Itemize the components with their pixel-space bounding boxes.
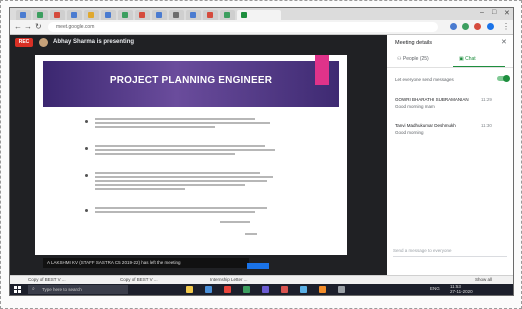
browser-tab-active[interactable]	[237, 10, 281, 20]
taskbar-app-icon[interactable]	[281, 286, 288, 293]
menu-icon[interactable]: ⋮	[502, 22, 510, 31]
chat-message: Good morning	[395, 130, 424, 135]
tab-favicon-icon	[88, 12, 94, 18]
taskbar-app-icon[interactable]	[205, 286, 212, 293]
panel-title: Meeting details	[395, 40, 432, 46]
tab-favicon-icon	[20, 12, 26, 18]
tab-people-label: People (25)	[402, 56, 429, 62]
slide-banner: PROJECT PLANNING ENGINEER	[43, 55, 339, 107]
tab-favicon-icon	[139, 12, 145, 18]
back-icon[interactable]: ←	[14, 22, 22, 31]
extension-icon[interactable]	[450, 23, 457, 30]
taskbar-app-icon[interactable]	[262, 286, 269, 293]
toggle-knob	[503, 75, 510, 82]
chat-time: 11:29	[481, 97, 492, 102]
address-bar: ← → ↻ meet.google.com ⋮	[10, 20, 513, 35]
chat-message: Good morning mam	[395, 104, 435, 109]
meet-favicon-icon	[241, 12, 247, 18]
browser-tab[interactable]	[67, 10, 82, 20]
taskbar-app-icon[interactable]	[300, 286, 307, 293]
reload-icon[interactable]: ↻	[35, 22, 42, 31]
browser-tab[interactable]	[50, 10, 65, 20]
windows-start-icon[interactable]	[14, 286, 21, 293]
url-input[interactable]: meet.google.com	[48, 22, 438, 32]
tab-favicon-icon	[173, 12, 179, 18]
tab-favicon-icon	[156, 12, 162, 18]
chat-sender: Tanvi Madhukumar Deshmukh	[395, 123, 456, 128]
bullet-dot-icon	[85, 147, 88, 150]
browser-tab[interactable]	[152, 10, 167, 20]
download-item[interactable]: Internship Letter ...	[210, 277, 248, 282]
browser-tab[interactable]	[33, 10, 48, 20]
slide-title: PROJECT PLANNING ENGINEER	[109, 75, 273, 86]
browser-tab[interactable]	[16, 10, 31, 20]
taskbar-app-icon[interactable]	[224, 286, 231, 293]
browser-tab[interactable]	[84, 10, 99, 20]
browser-tab-strip: – □ ✕	[10, 8, 513, 20]
taskbar-app-icon[interactable]	[243, 286, 250, 293]
desktop-screen: – □ ✕ ← → ↻ meet.google.com ⋮ REC Abhay Sh…	[10, 8, 513, 295]
window-minimize-icon[interactable]: –	[480, 9, 484, 16]
chat-icon: ▣	[459, 56, 464, 62]
tab-favicon-icon	[122, 12, 128, 18]
tab-chat-label: Chat	[465, 56, 476, 62]
tab-favicon-icon	[105, 12, 111, 18]
tab-favicon-icon	[71, 12, 77, 18]
browser-tab[interactable]	[220, 10, 235, 20]
tab-people[interactable]: ⚇ People (25)	[397, 56, 429, 62]
people-icon: ⚇	[397, 56, 402, 62]
participant-left-toast: A LAKSHMI KV (STAFF SASTRA C5 2019-22) h…	[43, 258, 249, 268]
show-all-downloads-link[interactable]: Show all	[475, 277, 492, 282]
taskbar-app-icon[interactable]	[186, 286, 193, 293]
send-messages-toggle-label: Let everyone send messages	[395, 77, 454, 82]
taskbar-app-icon[interactable]	[319, 286, 326, 293]
bullet-dot-icon	[85, 120, 88, 123]
url-text: meet.google.com	[56, 24, 95, 30]
download-item[interactable]: Copy of BEST V ...	[120, 277, 158, 282]
forward-icon[interactable]: →	[24, 22, 32, 31]
search-icon: ⌕	[32, 286, 35, 292]
presenter-avatar	[39, 38, 48, 47]
download-item[interactable]: Copy of BEST V ...	[28, 277, 66, 282]
presentation-slide: PROJECT PLANNING ENGINEER A LAKSHMI KV (…	[35, 55, 347, 269]
close-icon[interactable]: ✕	[501, 38, 507, 46]
browser-tab[interactable]	[135, 10, 150, 20]
language-indicator: ENG	[430, 286, 440, 291]
browser-tab[interactable]	[101, 10, 116, 20]
tab-favicon-icon	[37, 12, 43, 18]
send-messages-toggle[interactable]	[497, 75, 510, 82]
window-maximize-icon[interactable]: □	[492, 9, 496, 16]
meeting-details-panel: Meeting details ✕ ⚇ People (25) ▣ Chat L…	[387, 35, 513, 275]
recording-badge: REC	[15, 38, 33, 47]
chat-sender: GOWRI BHARATHI SUBRAMANIAN	[395, 97, 469, 102]
taskbar-search-placeholder: Type here to search	[42, 287, 82, 292]
extension-icon[interactable]	[462, 23, 469, 30]
browser-tab[interactable]	[169, 10, 184, 20]
panel-divider	[387, 67, 513, 68]
profile-avatar-icon[interactable]	[487, 23, 494, 30]
tab-favicon-icon	[190, 12, 196, 18]
presenter-label: Abhay Sharma is presenting	[53, 39, 135, 45]
meeting-stage: REC Abhay Sharma is presenting PROJECT P…	[10, 35, 387, 275]
extension-icon[interactable]	[474, 23, 481, 30]
browser-tab[interactable]	[118, 10, 133, 20]
browser-tab[interactable]	[203, 10, 218, 20]
slide-blue-chip	[247, 263, 269, 269]
browser-tab[interactable]	[186, 10, 201, 20]
bullet-dot-icon	[85, 209, 88, 212]
clock-date: 27-11-2020	[450, 289, 473, 294]
windows-taskbar: ⌕ Type here to search ENG 11:53 27-11-20…	[10, 284, 513, 295]
chat-time: 11:30	[481, 123, 492, 128]
tab-chat[interactable]: ▣ Chat	[459, 56, 476, 62]
tab-favicon-icon	[224, 12, 230, 18]
taskbar-app-icon[interactable]	[338, 286, 345, 293]
chat-message-input[interactable]: Send a message to everyone	[393, 245, 507, 257]
bullet-dot-icon	[85, 174, 88, 177]
screenshot-frame: – □ ✕ ← → ↻ meet.google.com ⋮ REC Abhay Sh…	[0, 0, 522, 309]
taskbar-search-box[interactable]: ⌕ Type here to search	[28, 285, 128, 294]
window-close-icon[interactable]: ✕	[504, 9, 510, 17]
tab-favicon-icon	[54, 12, 60, 18]
tab-favicon-icon	[207, 12, 213, 18]
